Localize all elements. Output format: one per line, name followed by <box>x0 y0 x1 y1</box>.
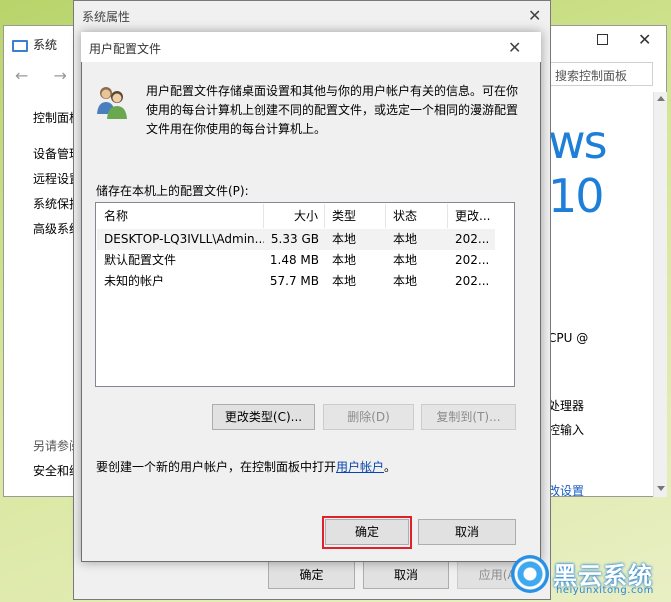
row-type: 本地 <box>332 274 357 288</box>
scroll-up-icon[interactable] <box>657 96 665 101</box>
column-header-size[interactable]: 大小 <box>264 204 325 228</box>
profile-description: 用户配置文件存储桌面设置和其他与你的用户帐户有关的信息。可在你使用的每台计算机上… <box>146 84 519 136</box>
user-accounts-link[interactable]: 用户帐户 <box>336 460 384 474</box>
cancel-button[interactable]: 取消 <box>418 519 516 545</box>
delete-button[interactable]: 删除(D) <box>323 404 414 430</box>
column-header-type[interactable]: 类型 <box>325 204 386 228</box>
cpu-text: CPU @ <box>548 331 589 345</box>
row-size: 57.7 MB <box>269 274 319 288</box>
users-icon <box>97 87 127 119</box>
copy-to-button[interactable]: 复制到(T)... <box>421 404 516 430</box>
system-properties-close-button[interactable]: ✕ <box>528 6 541 25</box>
column-header-status[interactable]: 状态 <box>386 204 448 228</box>
create-account-text: 要创建一个新的用户帐户，在控制面板中打开用户帐户。 <box>96 460 397 474</box>
row-status: 本地 <box>393 232 418 246</box>
sidebar-link-remote-settings[interactable]: 远程设置 <box>33 170 73 187</box>
row-size: 5.33 GB <box>270 232 319 246</box>
row-type: 本地 <box>332 232 357 246</box>
row-size: 1.48 MB <box>269 253 319 267</box>
sidebar-link-advanced-settings[interactable]: 高级系统设置 <box>33 220 73 237</box>
system-properties-title: 系统属性 <box>82 10 131 24</box>
user-profiles-close-button[interactable]: ✕ <box>508 38 521 57</box>
change-settings-link[interactable]: 改设置 <box>548 482 584 499</box>
watermark-url: heiyunxitong.com <box>556 585 654 596</box>
column-header-name[interactable]: 名称 <box>97 204 264 228</box>
sidebar-link-device-manager[interactable]: 设备管理器 <box>33 145 73 162</box>
row-status: 本地 <box>393 274 418 288</box>
scroll-down-icon[interactable] <box>657 486 665 491</box>
row-status: 本地 <box>393 253 418 267</box>
column-header-modified[interactable]: 更改... <box>448 204 495 228</box>
row-name: 默认配置文件 <box>104 253 177 267</box>
row-name: 未知的帐户 <box>104 274 165 288</box>
user-profiles-title: 用户配置文件 <box>89 42 162 56</box>
monitor-icon <box>12 39 28 52</box>
ok-button[interactable]: 确定 <box>325 519 409 545</box>
watermark-logo-icon <box>511 555 549 593</box>
system-properties-ok-button[interactable]: 确定 <box>268 561 355 589</box>
windows-brand-text: ws 10 <box>548 115 608 223</box>
system-properties-cancel-button[interactable]: 取消 <box>363 561 449 589</box>
row-modified: 202... <box>455 274 490 288</box>
stored-profiles-label: 储存在本机上的配置文件(P): <box>96 184 249 198</box>
row-type: 本地 <box>332 253 357 267</box>
row-modified: 202... <box>455 253 490 267</box>
see-also-label: 另请参阅 <box>33 439 73 453</box>
touch-input-text: 控输入 <box>548 423 585 437</box>
maximize-button[interactable] <box>597 34 608 45</box>
system-window-title: 系统 <box>12 36 57 53</box>
nav-arrows[interactable]: ← → <box>15 66 77 85</box>
processor-text: 处理器 <box>548 399 585 413</box>
change-type-button[interactable]: 更改类型(C)... <box>212 404 315 430</box>
search-input[interactable]: 搜索控制面板 <box>548 62 653 86</box>
system-window-close-button[interactable]: ✕ <box>638 30 651 49</box>
row-name: DESKTOP-LQ3IVLL\Admin... <box>104 232 264 246</box>
sidebar-link-system-protection[interactable]: 系统保护 <box>33 195 73 212</box>
sidebar-link-control-panel-home[interactable]: 控制面板主页 <box>33 109 73 126</box>
row-modified: 202... <box>455 232 490 246</box>
security-maintenance-link[interactable]: 安全和维护 <box>33 462 73 479</box>
